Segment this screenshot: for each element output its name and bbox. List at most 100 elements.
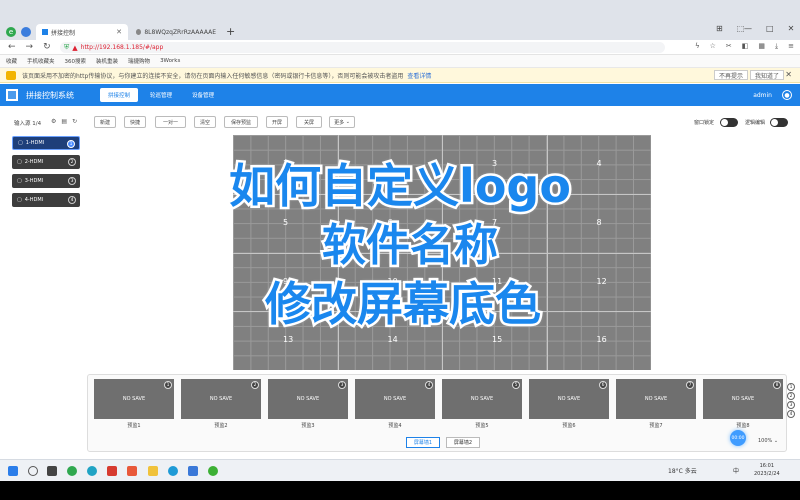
store-icon[interactable] bbox=[188, 466, 198, 476]
flash-icon[interactable]: ϟ bbox=[695, 42, 700, 51]
preset-panel: 1 2 3 4 屏幕墙1 屏幕墙2 NO SAVE 1 预监1 NO SAVE 2 预监2… bbox=[87, 374, 795, 452]
bookmark-item[interactable]: 手机收藏夹 bbox=[27, 57, 55, 65]
preset-label: 预监1 bbox=[127, 423, 141, 429]
ime-indicator[interactable]: 中 bbox=[733, 466, 739, 475]
star-icon[interactable]: ☆ bbox=[710, 42, 716, 51]
browser-tab-strip: e 拼接控制 ✕ 8L8WQzqZRrRzAAAAAE + ⊞ ⬚ — □ ✕ bbox=[0, 0, 800, 40]
preset-thumbnail[interactable]: NO SAVE 5 bbox=[442, 379, 522, 419]
tab-label: 拼接控制 bbox=[51, 29, 76, 37]
tab-second[interactable]: 8L8WQzqZRrRzAAAAAE bbox=[130, 24, 222, 40]
screen-off-button[interactable]: 关屏 bbox=[296, 116, 322, 128]
windows-start-icon[interactable] bbox=[8, 466, 18, 476]
preset-thumbnail[interactable]: NO SAVE 7 bbox=[616, 379, 696, 419]
page-button[interactable]: 2 bbox=[787, 392, 795, 400]
app-header: 拼接控制系统 拼接控制 轮巡管理 设备管理 admin ● bbox=[0, 84, 800, 106]
input-source-item[interactable]: ▢ 1-HDMI 1 bbox=[12, 136, 80, 150]
wechat-icon[interactable] bbox=[208, 466, 218, 476]
preset-thumbnail[interactable]: NO SAVE 6 bbox=[529, 379, 609, 419]
insecure-lock-icon[interactable]: ▲ bbox=[72, 44, 77, 52]
menu-icon[interactable]: ≡ bbox=[788, 42, 794, 51]
grid-icon[interactable]: ▦ bbox=[758, 42, 765, 51]
preset-thumbnail[interactable]: NO SAVE 4 bbox=[355, 379, 435, 419]
window-lock-toggle[interactable] bbox=[720, 118, 738, 127]
bookmark-item[interactable]: 装机重装 bbox=[96, 57, 118, 65]
reload-icon[interactable]: ↻ bbox=[43, 42, 51, 52]
nav-tab-patrol[interactable]: 轮巡管理 bbox=[142, 88, 180, 102]
preset-thumbnail[interactable]: NO SAVE 2 bbox=[181, 379, 261, 419]
sync-icon[interactable] bbox=[21, 27, 31, 37]
task-view-icon[interactable] bbox=[47, 466, 57, 476]
user-avatar-icon[interactable]: ● bbox=[782, 90, 792, 100]
cut-icon[interactable]: ✂ bbox=[726, 42, 732, 51]
maximize-button[interactable]: □ bbox=[766, 24, 774, 33]
system-clock[interactable]: 16:01 2023/2/24 bbox=[754, 462, 780, 478]
zoom-badge[interactable]: 00:00 bbox=[730, 430, 746, 446]
browser-app-icon[interactable] bbox=[67, 466, 77, 476]
bookmark-item[interactable]: 瑞捷购物 bbox=[128, 57, 150, 65]
refresh-icon[interactable]: ↻ bbox=[72, 118, 77, 125]
new-tab-icon[interactable]: + bbox=[226, 25, 235, 38]
close-window-button[interactable]: ✕ bbox=[788, 24, 795, 33]
url-field[interactable]: ⛨ ▲ http://192.168.1.185/#/app bbox=[60, 42, 665, 53]
chat-app-icon[interactable] bbox=[87, 466, 97, 476]
chevron-down-icon: ⌄ bbox=[344, 119, 350, 125]
logic-edit-label: 逻辑编辑 bbox=[745, 120, 766, 126]
preset-thumb-text: NO SAVE bbox=[731, 396, 755, 402]
preset-thumb-text: NO SAVE bbox=[383, 396, 407, 402]
browser-logo-icon[interactable]: e bbox=[6, 27, 16, 37]
tab-close-icon[interactable]: ✕ bbox=[116, 28, 122, 36]
preset-pager: 1 2 3 4 bbox=[787, 383, 795, 418]
one-to-one-button[interactable]: 一对一 bbox=[155, 116, 186, 128]
scene-wall-1-button[interactable]: 屏幕墙1 bbox=[406, 437, 440, 448]
clock-time: 16:01 bbox=[759, 463, 775, 469]
window-menu-icon[interactable]: ⊞ bbox=[716, 24, 723, 33]
bookmark-item[interactable]: 360搜索 bbox=[65, 57, 87, 65]
save-preview-button[interactable]: 保存预监 bbox=[224, 116, 258, 128]
extension-icon[interactable]: ◧ bbox=[742, 42, 749, 51]
page-button[interactable]: 4 bbox=[787, 410, 795, 418]
warning-details-link[interactable]: 查看详情 bbox=[407, 71, 431, 80]
app-title: 拼接控制系统 bbox=[26, 90, 74, 100]
page-button[interactable]: 3 bbox=[787, 401, 795, 409]
user-name[interactable]: admin bbox=[753, 92, 772, 99]
clear-button[interactable]: 清空 bbox=[194, 116, 216, 128]
back-icon[interactable]: ← bbox=[8, 42, 16, 52]
preset-number-badge: 6 bbox=[599, 381, 607, 389]
folder-icon[interactable] bbox=[148, 466, 158, 476]
scene-wall-2-button[interactable]: 屏幕墙2 bbox=[446, 437, 480, 448]
preset-thumbnail[interactable]: NO SAVE 3 bbox=[268, 379, 348, 419]
quick-button[interactable]: 快捷 bbox=[124, 116, 146, 128]
edge-icon[interactable] bbox=[168, 466, 178, 476]
more-dropdown[interactable]: 更多 ⌄ bbox=[329, 116, 355, 128]
preset-number-badge: 7 bbox=[686, 381, 694, 389]
search-icon[interactable] bbox=[28, 466, 38, 476]
preset-thumbnail[interactable]: NO SAVE 1 bbox=[94, 379, 174, 419]
new-button[interactable]: 新建 bbox=[94, 116, 116, 128]
got-it-button[interactable]: 我知道了 bbox=[750, 70, 785, 80]
settings-icon[interactable]: ⚙ bbox=[51, 118, 56, 125]
logic-edit-toggle[interactable] bbox=[770, 118, 788, 127]
preset-thumbnail[interactable]: NO SAVE 8 bbox=[703, 379, 783, 419]
download-icon[interactable]: ⤓ bbox=[775, 42, 778, 51]
weather-status[interactable]: 18°C 多云 bbox=[668, 466, 697, 475]
bookmark-item[interactable]: 3Works bbox=[160, 58, 180, 64]
page-button[interactable]: 1 bbox=[787, 383, 795, 391]
shield-icon: ⛨ bbox=[64, 43, 70, 51]
url-text: http://192.168.1.185/#/app bbox=[80, 44, 164, 51]
nav-tab-splice-control[interactable]: 拼接控制 bbox=[100, 88, 139, 102]
color-app-icon[interactable] bbox=[127, 466, 137, 476]
wall-screen-number: 13 bbox=[283, 335, 294, 345]
dont-show-again-button[interactable]: 不再提示 bbox=[714, 70, 749, 80]
os-taskbar: 18°C 多云 中 16:01 2023/2/24 bbox=[0, 459, 800, 481]
nav-tab-devices[interactable]: 设备管理 bbox=[184, 88, 222, 102]
wps-app-icon[interactable] bbox=[107, 466, 117, 476]
screen-on-button[interactable]: 开屏 bbox=[266, 116, 288, 128]
tab-splice-control[interactable]: 拼接控制 ✕ bbox=[36, 24, 128, 40]
chevron-down-icon[interactable]: ⌄ bbox=[772, 438, 778, 444]
bookmark-item[interactable]: 收藏 bbox=[6, 57, 17, 65]
forward-icon[interactable]: → bbox=[26, 42, 34, 52]
minimize-button[interactable]: — bbox=[744, 24, 752, 33]
warning-close-icon[interactable]: ✕ bbox=[785, 70, 792, 79]
list-icon[interactable]: ▤ bbox=[61, 118, 67, 125]
preset-label: 预监3 bbox=[301, 423, 315, 429]
